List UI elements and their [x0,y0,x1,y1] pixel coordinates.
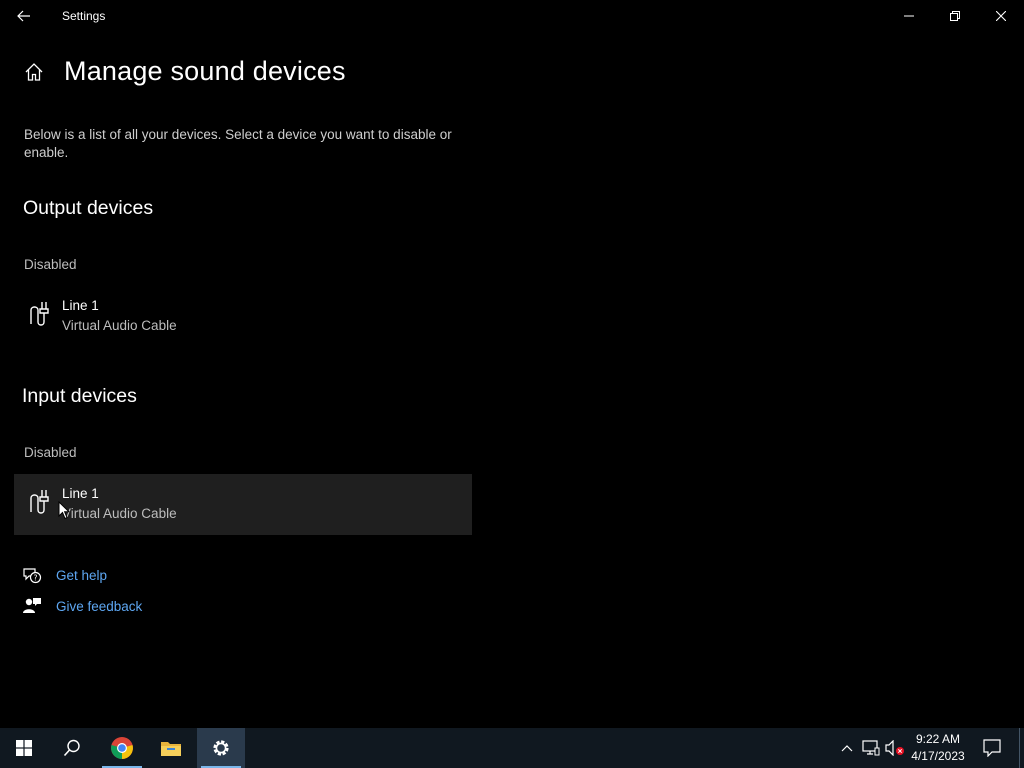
volume-button[interactable] [885,738,905,758]
feedback-icon [22,596,42,616]
taskbar-chrome[interactable] [98,728,146,768]
back-arrow-icon [17,10,30,22]
close-button[interactable] [978,0,1024,32]
output-devices-heading: Output devices [23,197,154,219]
output-disabled-label: Disabled [24,257,77,272]
get-help-label: Get help [56,567,108,583]
home-icon [25,63,43,81]
start-button[interactable] [0,728,48,768]
help-chat-icon: ? [22,565,42,585]
taskbar: 9:22 AM 4/17/2023 [0,728,1024,768]
search-button[interactable] [48,728,96,768]
title-bar: Settings [0,0,1024,32]
restore-icon [950,11,960,21]
show-hidden-icons-button[interactable] [837,738,857,758]
action-center-icon [983,739,1001,757]
chevron-up-icon [841,745,853,752]
action-center-button[interactable] [982,738,1002,758]
taskbar-file-explorer[interactable] [147,728,195,768]
volume-muted-icon [885,740,904,756]
cable-connector-icon [30,302,49,326]
svg-text:?: ? [34,573,38,582]
input-device-line-1[interactable]: Line 1 Virtual Audio Cable [14,474,472,535]
mouse-cursor-icon [58,501,70,520]
taskbar-settings[interactable] [197,728,245,768]
chrome-icon [111,737,133,759]
output-device-line-1[interactable]: Line 1 Virtual Audio Cable [14,286,472,347]
minimize-icon [904,15,914,17]
window-title: Settings [62,9,106,23]
device-name: Line 1 [62,486,99,501]
taskbar-clock[interactable]: 9:22 AM 4/17/2023 [906,731,970,765]
start-icon [16,740,32,756]
back-button[interactable] [8,2,40,30]
search-icon [63,739,80,757]
file-explorer-icon [161,742,181,756]
home-button[interactable] [22,60,46,84]
clock-time: 9:22 AM [915,732,961,746]
clock-date: 4/17/2023 [911,749,965,763]
page-description: Below is a list of all your devices. Sel… [24,127,452,160]
give-feedback-label: Give feedback [56,598,143,614]
settings-icon [213,740,229,756]
device-subtitle: Virtual Audio Cable [62,506,177,521]
input-disabled-label: Disabled [24,445,77,460]
give-feedback-link[interactable]: Give feedback [22,595,142,617]
input-devices-heading: Input devices [22,385,137,407]
device-subtitle: Virtual Audio Cable [62,318,177,333]
network-button[interactable] [861,738,881,758]
settings-window: Settings Manage sound devices Below is a… [0,0,1024,728]
minimize-button[interactable] [886,0,932,32]
close-icon [996,11,1006,21]
get-help-link[interactable]: ? Get help [22,564,107,586]
cable-connector-icon [30,490,49,514]
network-icon [862,740,880,756]
show-desktop-button[interactable] [1019,728,1020,768]
device-name: Line 1 [62,298,99,313]
restore-button[interactable] [932,0,978,32]
page-title: Manage sound devices [64,56,346,86]
